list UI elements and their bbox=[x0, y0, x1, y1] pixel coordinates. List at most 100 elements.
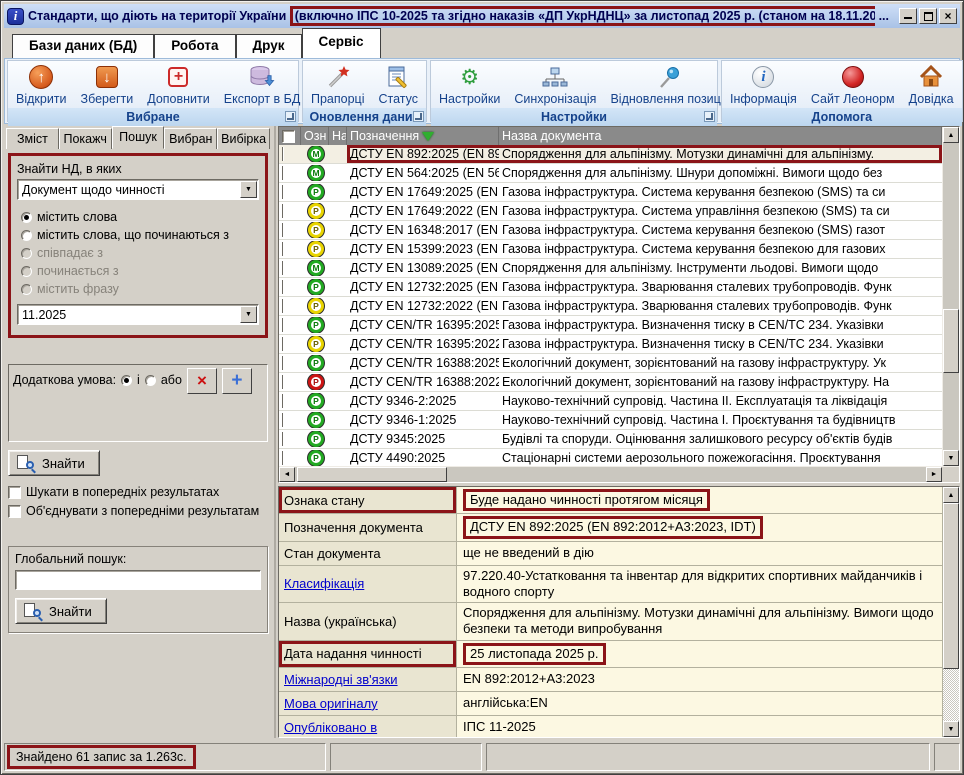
site-leonorm-button[interactable]: Сайт Леонорм bbox=[807, 63, 899, 108]
select-all-checkbox[interactable] bbox=[279, 127, 301, 145]
global-search-input[interactable] bbox=[15, 570, 261, 590]
scroll-right-icon[interactable]: ► bbox=[926, 467, 942, 482]
sidebar-tab-contents[interactable]: Зміст bbox=[6, 128, 59, 149]
table-row[interactable]: Р ДСТУ CEN/TR 16395:2022 (CEN/TR 16: Газ… bbox=[279, 335, 942, 354]
dialog-launcher-icon[interactable] bbox=[704, 111, 715, 122]
table-row[interactable]: Р ДСТУ CEN/TR 16388:2025 (CEN/TR 16: Еко… bbox=[279, 354, 942, 373]
restore-position-button[interactable]: Відновлення позиції bbox=[606, 63, 731, 108]
scrollbar-thumb[interactable] bbox=[297, 467, 447, 482]
flags-button[interactable]: Прапорці bbox=[307, 63, 369, 108]
row-checkbox[interactable] bbox=[279, 451, 301, 465]
table-row[interactable]: Р ДСТУ 9345:2025 Будівлі та споруди. Оці… bbox=[279, 430, 942, 449]
tab-databases[interactable]: Бази даних (БД) bbox=[12, 34, 154, 58]
row-checkbox[interactable] bbox=[279, 261, 301, 275]
option-contains-words[interactable]: містить слова bbox=[21, 210, 259, 224]
information-button[interactable]: i Інформація bbox=[726, 63, 801, 108]
table-row[interactable]: М ДСТУ EN 892:2025 (EN 892:2012+A3:2( Сп… bbox=[279, 145, 942, 164]
row-checkbox[interactable] bbox=[279, 223, 301, 237]
merge-previous-checkbox[interactable]: Об'єднувати з попередніми результатам bbox=[8, 504, 270, 518]
export-db-button[interactable]: Експорт в БД bbox=[220, 63, 305, 108]
chevron-down-icon[interactable]: ▼ bbox=[240, 306, 257, 323]
row-checkbox[interactable] bbox=[279, 318, 301, 332]
table-row[interactable]: Р ДСТУ EN 17649:2022 (EN 17649:2022, Газ… bbox=[279, 202, 942, 221]
find-button[interactable]: Знайти bbox=[8, 450, 100, 476]
sidebar-tab-selection[interactable]: Вибірка bbox=[217, 128, 270, 149]
row-checkbox[interactable] bbox=[279, 394, 301, 408]
table-row[interactable]: Р ДСТУ CEN/TR 16388:2022 (CEN/TR 16: Еко… bbox=[279, 373, 942, 392]
tab-service[interactable]: Сервіс bbox=[302, 28, 381, 58]
row-checkbox[interactable] bbox=[279, 280, 301, 294]
table-row[interactable]: Р ДСТУ EN 12732:2022 (EN 12732:2021, Газ… bbox=[279, 297, 942, 316]
row-checkbox[interactable] bbox=[279, 204, 301, 218]
row-checkbox[interactable] bbox=[279, 375, 301, 389]
table-row[interactable]: Р ДСТУ EN 12732:2025 (EN 12732:2021, Газ… bbox=[279, 278, 942, 297]
tab-work[interactable]: Робота bbox=[154, 34, 235, 58]
option-starts-with-words[interactable]: містить слова, що починаються з bbox=[21, 228, 259, 242]
save-button[interactable]: ↓ Зберегти bbox=[77, 63, 138, 108]
add-condition-button[interactable]: + bbox=[222, 368, 252, 394]
column-document-name[interactable]: Назва документа bbox=[499, 127, 942, 145]
table-row[interactable]: Р ДСТУ 4490:2025 Стаціонарні системи аер… bbox=[279, 449, 942, 466]
scrollbar-thumb[interactable] bbox=[943, 309, 959, 373]
row-checkbox[interactable] bbox=[279, 299, 301, 313]
dialog-launcher-icon[interactable] bbox=[285, 111, 296, 122]
open-button[interactable]: ↑ Відкрити bbox=[12, 63, 71, 108]
table-row[interactable]: М ДСТУ EN 13089:2025 (EN 13089:2011+ Спо… bbox=[279, 259, 942, 278]
sync-button[interactable]: Синхронізація bbox=[510, 63, 600, 108]
column-designation[interactable]: Позначення bbox=[347, 127, 499, 145]
row-checkbox[interactable] bbox=[279, 166, 301, 180]
detail-label[interactable]: Класифікація bbox=[284, 576, 364, 591]
scroll-up-icon[interactable]: ▲ bbox=[943, 487, 959, 503]
table-horizontal-scrollbar[interactable]: ◄ ► bbox=[279, 466, 959, 482]
row-checkbox[interactable] bbox=[279, 432, 301, 446]
append-button[interactable]: + Доповнити bbox=[143, 63, 214, 108]
dialog-launcher-icon[interactable] bbox=[413, 111, 424, 122]
scroll-down-icon[interactable]: ▼ bbox=[943, 450, 959, 466]
sidebar-tab-index[interactable]: Покажч bbox=[59, 128, 112, 149]
row-checkbox[interactable] bbox=[279, 337, 301, 351]
column-extra[interactable]: Наз bbox=[329, 127, 347, 145]
search-field-combobox[interactable]: Документ щодо чинності ▼ bbox=[17, 179, 259, 200]
table-row[interactable]: М ДСТУ EN 564:2025 (EN 564:2023, IDT) Сп… bbox=[279, 164, 942, 183]
row-checkbox[interactable] bbox=[279, 242, 301, 256]
condition-or-radio[interactable]: або bbox=[145, 373, 182, 387]
table-row[interactable]: Р ДСТУ 9346-1:2025 Науково-технічний суп… bbox=[279, 411, 942, 430]
search-previous-checkbox[interactable]: Шукати в попередніх результатах bbox=[8, 485, 270, 499]
maximize-button[interactable] bbox=[919, 8, 937, 24]
minimize-button[interactable] bbox=[899, 8, 917, 24]
detail-label[interactable]: Опубліковано в bbox=[284, 720, 377, 735]
scroll-down-icon[interactable]: ▼ bbox=[943, 721, 959, 737]
row-checkbox[interactable] bbox=[279, 185, 301, 199]
sidebar-tab-search[interactable]: Пошук bbox=[112, 126, 165, 149]
close-button[interactable]: × bbox=[939, 8, 957, 24]
details-vertical-scrollbar[interactable]: ▲ ▼ bbox=[942, 487, 959, 737]
table-vertical-scrollbar[interactable]: ▲ ▼ bbox=[942, 127, 959, 466]
row-checkbox[interactable] bbox=[279, 147, 301, 161]
chevron-down-icon[interactable]: ▼ bbox=[240, 181, 257, 198]
status-button[interactable]: Статус bbox=[375, 63, 423, 108]
table-row[interactable]: Р ДСТУ CEN/TR 16395:2025 (CEN/TR 16: Газ… bbox=[279, 316, 942, 335]
table-row[interactable]: Р ДСТУ EN 17649:2025 (EN 17649:2022, Газ… bbox=[279, 183, 942, 202]
global-find-button[interactable]: Знайти bbox=[15, 598, 107, 624]
settings-button[interactable]: ⚙ Настройки bbox=[435, 63, 504, 108]
table-row[interactable]: Р ДСТУ EN 16348:2017 (EN 16348:2013, Газ… bbox=[279, 221, 942, 240]
row-checkbox[interactable] bbox=[279, 356, 301, 370]
remove-condition-button[interactable]: × bbox=[187, 368, 217, 394]
scrollbar-thumb[interactable] bbox=[943, 503, 959, 669]
column-state[interactable]: Озн bbox=[301, 127, 329, 145]
filter-funnel-icon[interactable] bbox=[422, 132, 434, 141]
condition-and-radio[interactable]: і bbox=[121, 373, 140, 387]
tab-print[interactable]: Друк bbox=[236, 34, 302, 58]
scroll-up-icon[interactable]: ▲ bbox=[943, 127, 959, 143]
sidebar-tab-selected[interactable]: Вибран bbox=[164, 128, 217, 149]
detail-label[interactable]: Міжнародні зв'язки bbox=[284, 672, 398, 687]
help-button[interactable]: Довідка bbox=[905, 63, 958, 108]
radio-label: починається з bbox=[37, 264, 119, 278]
detail-label[interactable]: Мова оригіналу bbox=[284, 696, 378, 711]
search-query-combobox[interactable]: 11.2025 ▼ bbox=[17, 304, 259, 325]
scroll-left-icon[interactable]: ◄ bbox=[279, 467, 295, 482]
table-row[interactable]: Р ДСТУ EN 15399:2023 (EN 15399:2018, Газ… bbox=[279, 240, 942, 259]
save-icon: ↓ bbox=[96, 64, 118, 90]
row-checkbox[interactable] bbox=[279, 413, 301, 427]
table-row[interactable]: Р ДСТУ 9346-2:2025 Науково-технічний суп… bbox=[279, 392, 942, 411]
